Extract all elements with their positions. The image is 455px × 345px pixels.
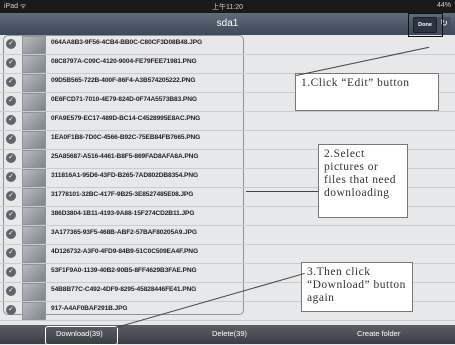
- checkmark-icon[interactable]: ✓: [6, 267, 16, 277]
- file-name: 1EA0F1B8-7D0C-4566-B92C-75EB84FB7665.PNG: [51, 134, 201, 141]
- pointer-line-step2: [246, 191, 318, 192]
- checkmark-icon[interactable]: ✓: [6, 210, 16, 220]
- file-name: 3A177365-93F5-468B-ABF2-57BAF80205A9.JPG: [51, 229, 197, 236]
- file-name: 31778101-32BC-417F-9B25-3E8527485E08.JPG: [51, 191, 194, 198]
- battery-level: 44%: [436, 2, 451, 9]
- checkmark-icon[interactable]: ✓: [6, 96, 16, 106]
- file-row[interactable]: ✓ 064AA8B3-9F56-4CB4-BB0C-C80CF3D08B48.JP…: [0, 35, 455, 55]
- checkmark-icon[interactable]: ✓: [6, 191, 16, 201]
- file-row[interactable]: ✓ 4D126732-A3F0-4FD9-84B9-51C0C509EA4F.PN…: [0, 244, 455, 264]
- file-thumbnail: [22, 226, 46, 244]
- file-thumbnail: [22, 169, 46, 187]
- file-name: 311816A1-95D6-43FD-B265-7AD802DB8354.PNG: [51, 172, 199, 179]
- file-name: 386D3804-1B11-4193-9A88-15F274CD2B11.JPG: [51, 210, 195, 217]
- checkmark-icon[interactable]: ✓: [6, 172, 16, 182]
- file-thumbnail: [22, 283, 46, 301]
- status-bar: iPad ᯤ 上午11:20 44%: [0, 0, 455, 13]
- file-thumbnail: [22, 36, 46, 54]
- file-thumbnail: [22, 131, 46, 149]
- file-name: 09D5B565-722B-400F-86F4-A3B574205222.PNG: [51, 77, 196, 84]
- annotation-step2: 2.Select pictures or files that need dow…: [318, 144, 408, 218]
- checkmark-icon[interactable]: ✓: [6, 286, 16, 296]
- page-title: sda1: [216, 18, 239, 29]
- file-row[interactable]: ✓ 0FA9E579-EC17-489D-BC14-C4528995E8AC.PN…: [0, 111, 455, 131]
- checkmark-icon[interactable]: ✓: [6, 229, 16, 239]
- checkmark-icon[interactable]: ✓: [6, 115, 16, 125]
- file-name: 0E6FCD71-7010-4E79-824D-0F74A5573B83.PNG: [51, 96, 197, 103]
- file-thumbnail: [22, 302, 46, 320]
- file-thumbnail: [22, 150, 46, 168]
- checkmark-icon[interactable]: ✓: [6, 77, 16, 87]
- clock: 上午11:20: [212, 4, 243, 11]
- file-thumbnail: [22, 188, 46, 206]
- done-button-highlight: [408, 13, 443, 37]
- checkmark-icon[interactable]: ✓: [6, 39, 16, 49]
- file-name: 917-A4AF0BAF291B.JPG: [51, 305, 128, 312]
- checkmark-icon[interactable]: ✓: [6, 248, 16, 258]
- navigation-bar: sda1: [0, 13, 455, 35]
- file-name: 4D126732-A3F0-4FD9-84B9-51C0C509EA4F.PNG: [51, 248, 198, 255]
- annotation-step3: 3.Then click “Download” button again: [301, 262, 413, 312]
- file-name: 0FA9E579-EC17-489D-BC14-C4528995E8AC.PNG: [51, 115, 201, 122]
- file-name: 25A85687-A516-4461-B8F5-869FAD8AFA8A.PNG: [51, 153, 199, 160]
- checkmark-icon[interactable]: ✓: [6, 134, 16, 144]
- file-thumbnail: [22, 112, 46, 130]
- file-thumbnail: [22, 74, 46, 92]
- file-name: 53F1F9A0-1139-40B2-90B5-8FF4629B3FAE.PNG: [51, 267, 197, 274]
- file-thumbnail: [22, 245, 46, 263]
- file-thumbnail: [22, 93, 46, 111]
- checkmark-icon[interactable]: ✓: [6, 305, 16, 315]
- file-name: 08C8797A-C09C-4120-9004-FE79FEE71981.PNG: [51, 58, 197, 65]
- checkmark-icon[interactable]: ✓: [6, 58, 16, 68]
- file-row[interactable]: ✓ 08C8797A-C09C-4120-9004-FE79FEE71981.PN…: [0, 54, 455, 74]
- file-name: 54B8B77C-C492-4DF9-8295-45828446FE41.PNG: [51, 286, 197, 293]
- delete-button[interactable]: Delete(39): [212, 329, 247, 338]
- file-thumbnail: [22, 55, 46, 73]
- file-name: 064AA8B3-9F56-4CB4-BB0C-C80CF3D08B48.JPG: [51, 39, 203, 46]
- checkmark-icon[interactable]: ✓: [6, 153, 16, 163]
- download-button-highlight: [45, 326, 118, 345]
- file-row[interactable]: ✓ 3A177365-93F5-468B-ABF2-57BAF80205A9.JP…: [0, 225, 455, 245]
- file-thumbnail: [22, 264, 46, 282]
- file-thumbnail: [22, 207, 46, 225]
- annotation-step1: 1.Click “Edit” button: [295, 73, 439, 111]
- create-folder-button[interactable]: Create folder: [357, 329, 400, 338]
